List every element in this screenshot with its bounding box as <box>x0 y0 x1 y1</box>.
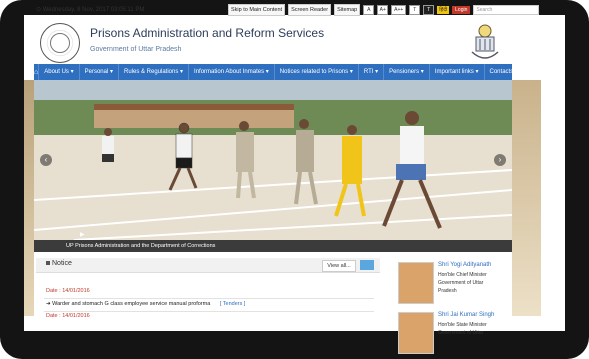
screen-reader-link[interactable]: Screen Reader <box>288 4 332 16</box>
notice-divider <box>44 298 374 299</box>
skip-to-main-link[interactable]: Skip to Main Content <box>228 4 286 16</box>
notice-heading-text: Notice <box>52 260 72 267</box>
slider-play-pause-controls[interactable]: ▶ ❚❚ <box>80 231 96 240</box>
official-role: Hon'ble State Minister <box>438 322 487 328</box>
font-size-normal-button[interactable]: A+ <box>377 5 389 15</box>
notice-panel: Notice View all... Date : 14/01/2016 ➜ W… <box>36 258 380 319</box>
notice-header: Notice View all... <box>36 258 380 273</box>
official-photo <box>398 312 434 354</box>
utility-links: Skip to Main Content Screen Reader Sitem… <box>228 4 540 16</box>
bullet-arrow-icon: ➜ <box>46 301 51 307</box>
clock-icon: ⊙ <box>36 7 42 13</box>
nav-label: Important links <box>434 69 474 75</box>
slider-prev-arrow-icon[interactable]: ‹ <box>40 154 52 166</box>
site-title: Prisons Administration and Reform Servic… <box>90 26 325 40</box>
site-header: Prisons Administration and Reform Servic… <box>34 20 512 64</box>
official-org: Government of Uttar <box>438 330 484 336</box>
login-button[interactable]: Login <box>452 6 471 14</box>
emblem-inner-ring <box>50 33 70 53</box>
official-role: Hon'ble Chief Minister <box>438 272 487 278</box>
font-size-large-button[interactable]: A++ <box>391 5 407 15</box>
officials-panel: Shri Yogi Adityanath Hon'ble Chief Minis… <box>394 258 512 354</box>
view-all-button[interactable]: View all... <box>322 260 356 272</box>
hindi-language-button[interactable]: हिंदी <box>437 6 450 14</box>
official-org-line-2: Pradesh <box>438 288 457 294</box>
notice-divider <box>44 311 374 312</box>
notice-title[interactable]: Warder and stomach G class employee serv… <box>52 301 210 307</box>
nav-about-us[interactable]: About Us ▾ <box>38 64 78 80</box>
nav-rules-regulations[interactable]: Rules & Regulations ▾ <box>117 64 188 80</box>
up-government-emblem-icon <box>40 23 80 63</box>
nav-label: About Us <box>44 69 69 75</box>
background-left-edge <box>24 80 34 316</box>
official-card: Shri Yogi Adityanath Hon'ble Chief Minis… <box>394 258 512 308</box>
nav-contacts[interactable]: Contacts ▾ <box>483 64 523 80</box>
slider-next-arrow-icon[interactable]: › <box>494 154 506 166</box>
top-utility-bar: ⊙ Wednesday, 8 Nov, 2017 03:05:11 PM Ski… <box>36 4 540 16</box>
hero-slider: ‹ › ▶ ❚❚ <box>34 80 512 240</box>
datetime-text: Wednesday, 8 Nov, 2017 03:05:11 PM <box>42 7 145 13</box>
nav-label: Notices related to Prisons <box>279 69 349 75</box>
sitemap-link[interactable]: Sitemap <box>334 4 361 16</box>
nav-notices-related-to-prisons[interactable]: Notices related to Prisons ▾ <box>273 64 358 80</box>
notice-date: Date : 14/01/2016 <box>46 313 90 319</box>
official-org: Government of Uttar <box>438 280 484 286</box>
site-subtitle: Government of Uttar Pradesh <box>90 46 182 53</box>
official-card: Shri Jai Kumar Singh Hon'ble State Minis… <box>394 308 512 358</box>
notice-square-icon <box>46 261 50 266</box>
current-datetime: ⊙ Wednesday, 8 Nov, 2017 03:05:11 PM <box>36 6 144 13</box>
nav-label: Information About Inmates <box>194 69 265 75</box>
notice-category-link[interactable]: [ Tenders ] <box>212 301 246 307</box>
notice-date: Date : 14/01/2016 <box>46 288 90 294</box>
slider-photo-running-race <box>34 80 512 240</box>
slider-caption: UP Prisons Administration and the Depart… <box>34 240 512 252</box>
official-photo <box>398 262 434 304</box>
notice-pager-button[interactable] <box>360 260 374 270</box>
nav-rti[interactable]: RTI ▾ <box>357 64 383 80</box>
font-size-small-button[interactable]: A <box>363 5 375 15</box>
notice-item[interactable]: ➜ Warder and stomach G class employee se… <box>46 301 245 307</box>
nav-information-about-inmates[interactable]: Information About Inmates ▾ <box>188 64 274 80</box>
prisons-crest-icon <box>471 24 499 59</box>
background-right-edge <box>512 80 541 316</box>
nav-label: Pensioners <box>389 69 420 75</box>
contrast-light-button[interactable]: T <box>409 5 421 15</box>
nav-label: Rules & Regulations <box>123 69 179 75</box>
slider-caption-text: UP Prisons Administration and the Depart… <box>66 243 216 249</box>
nav-important-links[interactable]: Important links ▾ <box>428 64 484 80</box>
nav-label: Personal <box>84 69 109 75</box>
official-name[interactable]: Shri Yogi Adityanath <box>438 262 491 268</box>
nav-label: RTI <box>363 69 374 75</box>
main-navigation: ⌂ About Us ▾ Personal ▾ Rules & Regulati… <box>34 64 518 80</box>
nav-pensioners[interactable]: Pensioners ▾ <box>383 64 429 80</box>
nav-label: Contacts <box>489 69 514 75</box>
search-input[interactable]: Search <box>473 5 540 15</box>
notice-heading: Notice <box>46 260 72 267</box>
official-name[interactable]: Shri Jai Kumar Singh <box>438 312 494 318</box>
contrast-dark-button[interactable]: T <box>423 5 435 15</box>
nav-personal[interactable]: Personal ▾ <box>78 64 118 80</box>
